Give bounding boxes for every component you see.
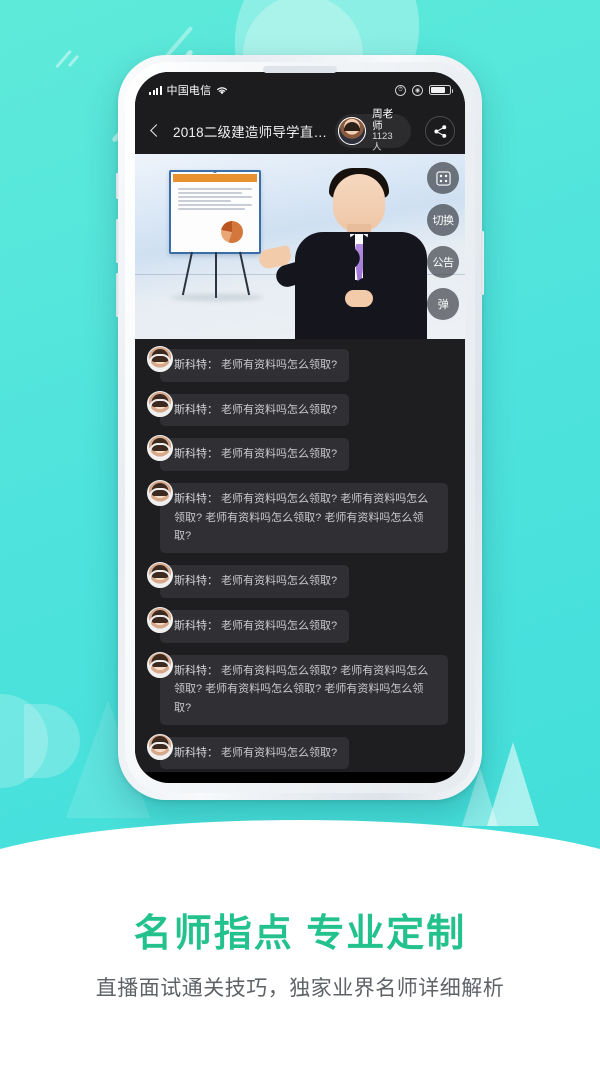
- carrier-label: 中国电信: [166, 85, 212, 97]
- presenter-figure: [257, 164, 441, 339]
- danmaku-button-label: 弹: [437, 299, 449, 311]
- chat-sender: 斯科特：: [174, 619, 218, 632]
- chat-sender: 斯科特：: [174, 746, 218, 759]
- fullscreen-button[interactable]: [427, 162, 459, 194]
- board-header-bar: [173, 174, 257, 182]
- board-pin: [213, 172, 217, 173]
- board-text-lines: [171, 184, 259, 217]
- chat-message-list[interactable]: 斯科特： 老师有资料吗怎么领取? 斯科特： 老师有资料吗怎么领取? 斯科特： 老师有…: [135, 339, 465, 772]
- battery-icon: [429, 85, 453, 95]
- avatar: [147, 480, 173, 507]
- live-video-stage[interactable]: 切换 公告 弹: [135, 154, 465, 339]
- easel-leg: [215, 252, 217, 298]
- avatar: [147, 651, 173, 678]
- fullscreen-icon: [435, 170, 451, 186]
- chat-text: 老师有资料吗怎么领取?: [218, 746, 338, 759]
- easel-shadow: [171, 294, 263, 301]
- signal-bars-icon: [149, 85, 162, 95]
- easel-leg: [181, 251, 193, 296]
- teacher-name: 周老师: [372, 108, 394, 133]
- easel-leg: [239, 251, 250, 296]
- chat-message: 斯科特： 老师有资料吗怎么领取?: [147, 562, 453, 598]
- chat-bubble: 斯科特： 老师有资料吗怎么领取?: [160, 609, 350, 643]
- chat-text: 老师有资料吗怎么领取?: [218, 359, 338, 371]
- teacher-meta: 周老师 1123人: [372, 108, 399, 154]
- chat-bubble: 斯科特： 老师有资料吗怎么领取?: [160, 736, 350, 770]
- chat-sender: 斯科特：: [174, 664, 218, 677]
- promo-screenshot: 中国电信 ⏱ ◉ 2018二级建造师导学直播... 周老师 1123人 切换 公…: [0, 0, 600, 1067]
- chat-sender: 斯科特：: [174, 448, 218, 461]
- chat-sender: 斯科特：: [174, 575, 218, 588]
- avatar: [147, 606, 173, 633]
- chat-message: 斯科特： 老师有资料吗怎么领取? 老师有资料吗怎么领取? 老师有资料吗怎么领取?…: [147, 480, 453, 554]
- chat-sender: 斯科特：: [174, 493, 218, 506]
- chat-message: 斯科特： 老师有资料吗怎么领取?: [147, 733, 453, 770]
- switch-button-label: 切换: [432, 215, 455, 227]
- power-button: [481, 231, 484, 295]
- page-title: 2018二级建造师导学直播...: [173, 125, 328, 140]
- status-bar-right: ⏱ ◉: [395, 84, 453, 96]
- phone-screen: 中国电信 ⏱ ◉ 2018二级建造师导学直播... 周老师 1123人 切换 公…: [135, 72, 465, 783]
- phone-mockup: 中国电信 ⏱ ◉ 2018二级建造师导学直播... 周老师 1123人 切换 公…: [116, 55, 484, 800]
- chat-text: 老师有资料吗怎么领取?: [218, 403, 338, 416]
- avatar: [147, 346, 173, 372]
- switch-button[interactable]: 切换: [427, 204, 459, 236]
- avatar: [147, 562, 173, 589]
- chat-sender: 斯科特：: [174, 359, 218, 371]
- share-icon: [433, 124, 446, 138]
- promo-headline: 名师指点 专业定制: [133, 913, 467, 955]
- avatar: [147, 733, 173, 760]
- back-chevron-icon[interactable]: [147, 122, 165, 140]
- share-button[interactable]: [425, 116, 455, 146]
- chat-message: 斯科特： 老师有资料吗怎么领取?: [147, 390, 453, 427]
- status-bar: 中国电信 ⏱ ◉: [135, 72, 465, 108]
- flipchart-easel: [165, 170, 265, 301]
- chat-message: 斯科特： 老师有资料吗怎么领取? 老师有资料吗怎么领取? 老师有资料吗怎么领取?…: [147, 651, 453, 725]
- danmaku-button[interactable]: 弹: [427, 288, 459, 320]
- announcement-button-label: 公告: [432, 257, 455, 269]
- board-pie-chart: [221, 221, 243, 243]
- chat-text: 老师有资料吗怎么领取?: [218, 448, 338, 461]
- phone-notch: [236, 72, 364, 94]
- chat-text: 老师有资料吗怎么领取?: [218, 575, 338, 588]
- presentation-board: [169, 170, 261, 254]
- earpiece-speaker: [263, 66, 337, 73]
- chat-bubble: 斯科特： 老师有资料吗怎么领取?: [160, 438, 350, 472]
- chat-bubble: 斯科特： 老师有资料吗怎么领取?: [160, 565, 350, 598]
- chat-bubble: 斯科特： 老师有资料吗怎么领取? 老师有资料吗怎么领取? 老师有资料吗怎么领取?…: [160, 483, 448, 554]
- chat-bubble: 斯科特： 老师有资料吗怎么领取? 老师有资料吗怎么领取? 老师有资料吗怎么领取?…: [160, 654, 448, 725]
- alarm-icon: ⏱: [395, 84, 406, 96]
- mute-icon: ◉: [412, 84, 423, 96]
- promo-subheadline: 直播面试通关技巧，独家业界名师详细解析: [95, 977, 505, 1000]
- volume-down-button: [116, 273, 119, 317]
- avatar: [147, 390, 173, 417]
- volume-up-button: [116, 219, 119, 263]
- chat-message: 斯科特： 老师有资料吗怎么领取?: [147, 435, 453, 472]
- wifi-icon: [216, 86, 228, 95]
- chat-message: 斯科特： 老师有资料吗怎么领取?: [147, 346, 453, 382]
- viewer-count: 1123人: [372, 131, 393, 154]
- chat-text: 老师有资料吗怎么领取?: [218, 619, 338, 632]
- chat-sender: 斯科特：: [174, 403, 218, 416]
- avatar: [338, 117, 367, 145]
- chat-bubble: 斯科特： 老师有资料吗怎么领取?: [160, 349, 350, 382]
- video-control-stack: 切换 公告 弹: [427, 162, 459, 320]
- chat-message: 斯科特： 老师有资料吗怎么领取?: [147, 606, 453, 643]
- chat-bubble: 斯科特： 老师有资料吗怎么领取?: [160, 393, 350, 427]
- presenter-hand: [345, 290, 373, 307]
- app-nav-bar: 2018二级建造师导学直播... 周老师 1123人: [135, 108, 465, 154]
- status-bar-left: 中国电信: [149, 82, 228, 98]
- mute-switch: [116, 173, 119, 199]
- announcement-button[interactable]: 公告: [427, 246, 459, 278]
- teacher-badge[interactable]: 周老师 1123人: [335, 108, 411, 153]
